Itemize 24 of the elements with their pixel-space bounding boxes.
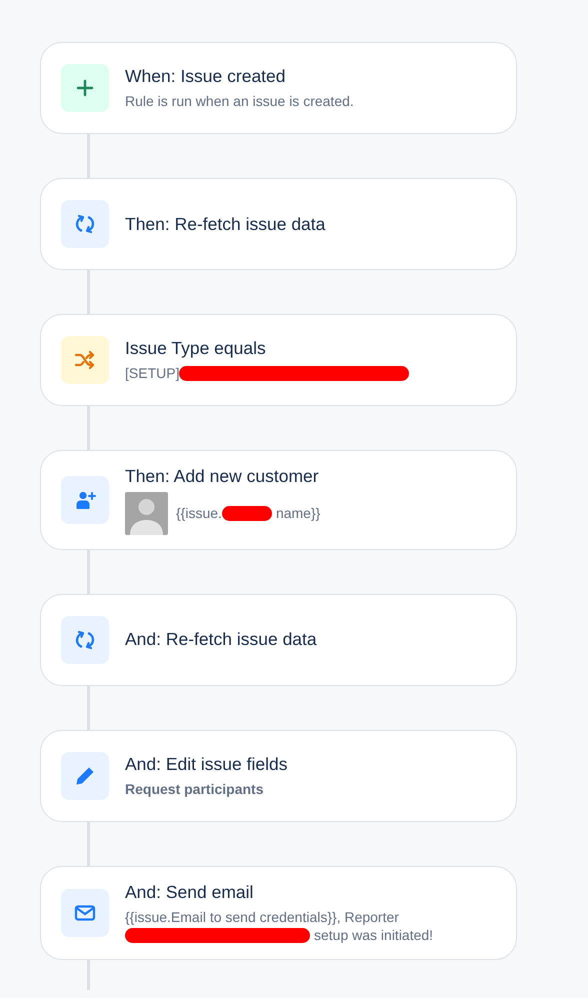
step-detail: Rule is run when an issue is created. (125, 92, 354, 111)
refresh-icon (73, 212, 97, 236)
step-card[interactable]: Issue Type equals [SETUP] (40, 314, 517, 406)
shuffle-icon (73, 348, 97, 372)
step-detail: {{issue. (176, 504, 222, 523)
step-title: Then: Add new customer (125, 465, 320, 488)
step-card[interactable]: And: Re-fetch issue data (40, 594, 517, 686)
step-card[interactable]: When: Issue created Rule is run when an issue is created. (40, 42, 517, 134)
step-title: And: Send email (125, 880, 254, 904)
step-title: Issue Type equals (125, 337, 267, 360)
redaction-mark (222, 506, 272, 521)
step-detail: [SETUP] (125, 364, 180, 383)
step-card[interactable]: Then: Add new customer {{issue. name}} (40, 450, 517, 550)
step-card[interactable]: Then: Re-fetch issue data (40, 178, 517, 270)
step-card[interactable]: And: Edit issue fields Request participants (40, 730, 517, 822)
step-detail: Request participants (125, 780, 264, 799)
step-title: When: Issue created (125, 65, 286, 88)
step-detail: {{issue.Email to send credentials}}, Reporter (125, 908, 399, 926)
step-detail: name}} (276, 504, 320, 523)
step-title: Then: Re-fetch issue data (125, 212, 326, 236)
step-title: And: Re-fetch issue data (125, 628, 317, 652)
step-card[interactable]: And: Send email {{issue.Email to send credentials}}, Reporter setup was initiated! (40, 866, 517, 960)
step-title: And: Edit issue fields (125, 752, 288, 776)
step-detail: setup was initiated! (314, 926, 434, 946)
